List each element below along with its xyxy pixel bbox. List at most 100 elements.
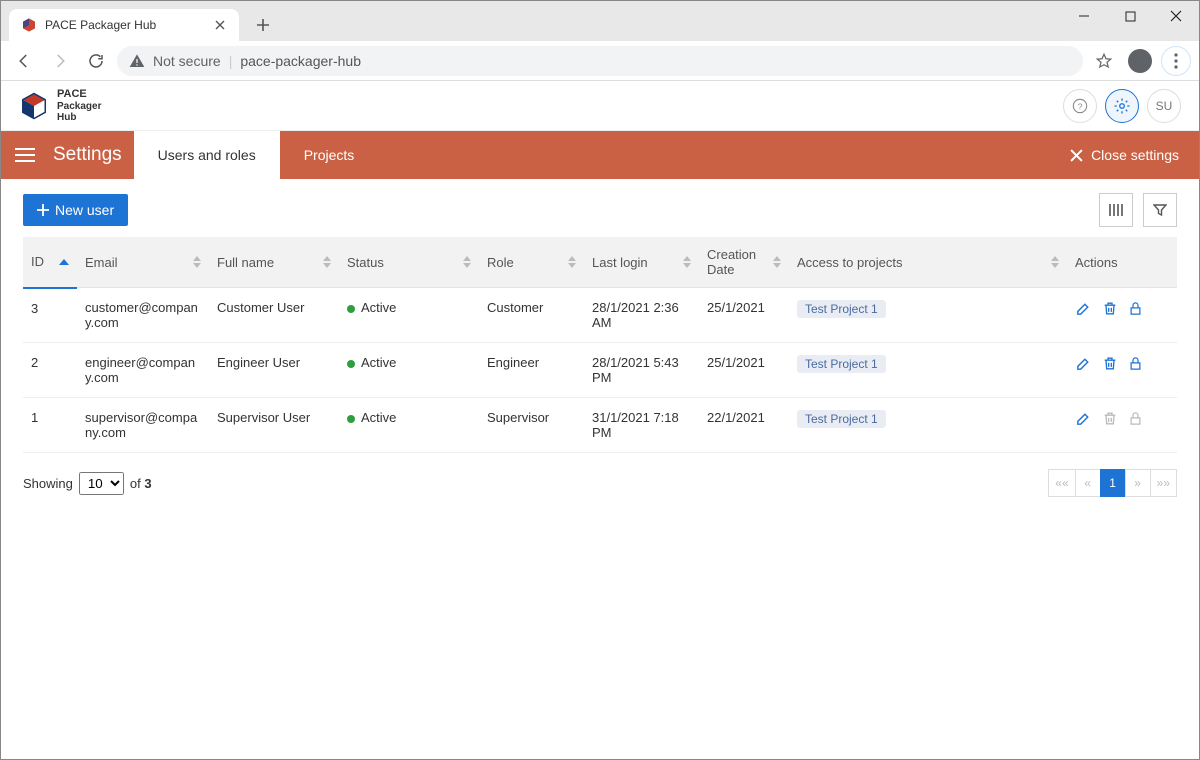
not-secure-label: Not secure	[153, 53, 221, 69]
trash-icon[interactable]	[1102, 300, 1118, 317]
settings-gear-icon[interactable]	[1105, 89, 1139, 123]
settings-tabs: Users and roles Projects	[134, 131, 379, 179]
col-full-name[interactable]: Full name	[209, 237, 339, 288]
cell-creation-date: 25/1/2021	[699, 288, 789, 343]
cell-creation-date: 22/1/2021	[699, 398, 789, 453]
sort-icon	[193, 256, 201, 268]
col-access[interactable]: Access to projects	[789, 237, 1067, 288]
trash-icon[interactable]	[1102, 355, 1118, 372]
cell-role: Customer	[479, 288, 584, 343]
cell-last-login: 31/1/2021 7:18 PM	[584, 398, 699, 453]
filter-icon[interactable]	[1143, 193, 1177, 227]
titlebar: PACE Packager Hub	[1, 1, 1199, 41]
page-size-select[interactable]: 10	[79, 472, 124, 495]
cell-status: Active	[339, 398, 479, 453]
tab-projects[interactable]: Projects	[280, 131, 379, 179]
brand-line2: Packager	[57, 101, 101, 112]
forward-button[interactable]	[45, 46, 75, 76]
page-title: Settings	[49, 131, 134, 179]
project-chip[interactable]: Test Project 1	[797, 410, 886, 428]
lock-icon[interactable]	[1128, 355, 1143, 372]
browser-menu-icon[interactable]	[1161, 46, 1191, 76]
window-close-button[interactable]	[1153, 1, 1199, 31]
new-user-button[interactable]: New user	[23, 194, 128, 226]
tab-close-icon[interactable]	[213, 18, 227, 32]
col-role[interactable]: Role	[479, 237, 584, 288]
close-settings-button[interactable]: Close settings	[1050, 131, 1199, 179]
url-box[interactable]: Not secure | pace-packager-hub	[117, 46, 1083, 76]
status-dot-icon	[347, 360, 355, 368]
help-icon[interactable]: ?	[1063, 89, 1097, 123]
url-separator: |	[229, 53, 233, 69]
browser-tab-title: PACE Packager Hub	[45, 18, 205, 32]
page-first-button[interactable]: ««	[1048, 469, 1075, 497]
cell-role: Supervisor	[479, 398, 584, 453]
minimize-button[interactable]	[1061, 1, 1107, 31]
table-row: 1supervisor@company.comSupervisor UserAc…	[23, 398, 1177, 453]
table-footer: Showing 10 of 3 «« « 1 » »»	[23, 469, 1177, 497]
browser-tab-strip: PACE Packager Hub	[1, 1, 1061, 41]
cell-full-name: Customer User	[209, 288, 339, 343]
content: New user ID Email Full name Status Role …	[1, 179, 1199, 759]
total-count: 3	[144, 476, 151, 491]
hamburger-icon[interactable]	[1, 131, 49, 179]
col-actions: Actions	[1067, 237, 1177, 288]
col-id[interactable]: ID	[23, 237, 77, 288]
window-controls	[1061, 1, 1199, 31]
page-last-button[interactable]: »»	[1150, 469, 1177, 497]
address-bar: Not secure | pace-packager-hub	[1, 41, 1199, 81]
user-initials: SU	[1156, 99, 1173, 113]
user-avatar[interactable]: SU	[1147, 89, 1181, 123]
trash-icon	[1102, 410, 1118, 427]
warning-icon	[129, 53, 145, 69]
brand-line1: PACE	[57, 88, 101, 100]
table-header-row: ID Email Full name Status Role Last logi…	[23, 237, 1177, 288]
page-prev-button[interactable]: «	[1075, 469, 1101, 497]
cell-email: supervisor@company.com	[77, 398, 209, 453]
lock-icon[interactable]	[1128, 300, 1143, 317]
col-last-login[interactable]: Last login	[584, 237, 699, 288]
cell-access: Test Project 1	[789, 288, 1067, 343]
cell-actions	[1067, 398, 1177, 453]
columns-icon[interactable]	[1099, 193, 1133, 227]
edit-icon[interactable]	[1075, 300, 1092, 317]
cell-email: engineer@company.com	[77, 343, 209, 398]
settings-bar: Settings Users and roles Projects Close …	[1, 131, 1199, 179]
sort-icon	[463, 256, 471, 268]
browser-tab[interactable]: PACE Packager Hub	[9, 9, 239, 41]
maximize-button[interactable]	[1107, 1, 1153, 31]
close-icon	[1070, 149, 1083, 162]
project-chip[interactable]: Test Project 1	[797, 300, 886, 318]
close-settings-label: Close settings	[1091, 147, 1179, 163]
cell-last-login: 28/1/2021 2:36 AM	[584, 288, 699, 343]
edit-icon[interactable]	[1075, 355, 1092, 372]
page-next-button[interactable]: »	[1125, 469, 1151, 497]
col-status[interactable]: Status	[339, 237, 479, 288]
reload-button[interactable]	[81, 46, 111, 76]
cell-creation-date: 25/1/2021	[699, 343, 789, 398]
sort-icon	[1051, 256, 1059, 268]
lock-icon	[1128, 410, 1143, 427]
status-dot-icon	[347, 305, 355, 313]
cell-actions	[1067, 288, 1177, 343]
cell-id: 1	[23, 398, 77, 453]
tab-users-and-roles[interactable]: Users and roles	[134, 131, 280, 179]
table-row: 3customer@company.comCustomer UserActive…	[23, 288, 1177, 343]
cell-status: Active	[339, 288, 479, 343]
new-user-label: New user	[55, 202, 114, 218]
col-creation-date[interactable]: Creation Date	[699, 237, 789, 288]
plus-icon	[37, 204, 49, 216]
cell-access: Test Project 1	[789, 398, 1067, 453]
bookmark-star-icon[interactable]	[1089, 46, 1119, 76]
sort-icon	[568, 256, 576, 268]
col-email[interactable]: Email	[77, 237, 209, 288]
new-tab-button[interactable]	[249, 11, 277, 39]
edit-icon[interactable]	[1075, 410, 1092, 427]
cell-role: Engineer	[479, 343, 584, 398]
pager: «« « 1 » »»	[1049, 469, 1177, 497]
status-dot-icon	[347, 415, 355, 423]
project-chip[interactable]: Test Project 1	[797, 355, 886, 373]
back-button[interactable]	[9, 46, 39, 76]
page-current-button[interactable]: 1	[1100, 469, 1126, 497]
profile-avatar-icon[interactable]	[1125, 46, 1155, 76]
